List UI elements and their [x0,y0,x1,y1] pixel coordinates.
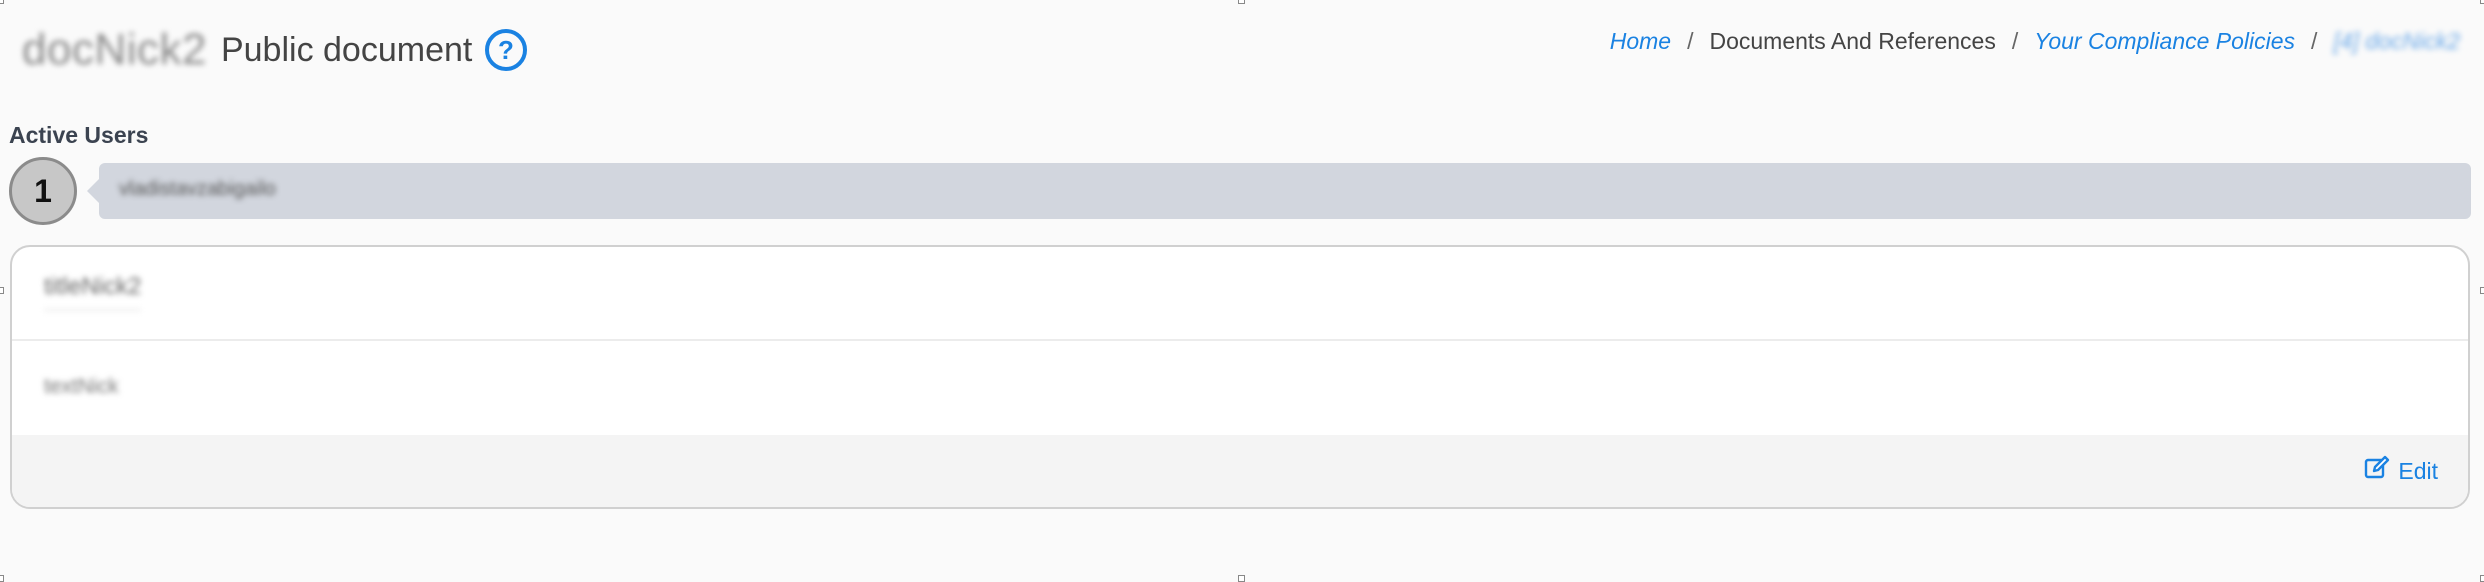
breadcrumb-current-document[interactable]: [4] docNick2 [2333,28,2460,55]
resize-handle-middle-right [2480,287,2484,294]
active-users-row: 1 vladistavzabigailo [9,155,2471,227]
breadcrumb: Home / Documents And References / Your C… [1610,28,2460,55]
active-user-name: vladistavzabigailo [119,178,276,200]
page-header: docNick2 Public document ? Home / Docume… [0,0,2484,110]
document-subtitle: Public document [220,30,473,69]
breadcrumb-home[interactable]: Home [1610,28,1671,55]
breadcrumb-documents: Documents And References [1709,28,1996,54]
document-card: titleNick2 textNick Edit [10,245,2470,509]
active-users-count-badge: 1 [9,157,77,225]
breadcrumb-separator: / [1687,28,1694,54]
resize-handle-bottom-left [0,575,4,582]
resize-handle-bottom-right [2480,575,2484,582]
svg-text:?: ? [498,35,514,65]
resize-handle-middle-left [0,287,4,294]
active-user-bubble: vladistavzabigailo [87,163,2471,219]
resize-handle-bottom-center [1238,575,1245,582]
active-users-label: Active Users [9,122,149,148]
page-title: docNick2 Public document ? [22,24,528,76]
question-circle-icon[interactable]: ? [484,28,528,72]
breadcrumb-separator: / [2311,28,2318,54]
breadcrumb-compliance-policies[interactable]: Your Compliance Policies [2034,28,2295,55]
document-body-text: textNick [44,375,119,398]
card-header: titleNick2 [12,247,2468,341]
card-footer: Edit [12,435,2468,507]
document-title: titleNick2 [44,273,142,311]
document-name: docNick2 [22,25,207,74]
edit-button-label: Edit [2398,457,2438,484]
breadcrumb-separator: / [2011,28,2019,54]
edit-icon [2364,455,2390,487]
edit-button[interactable]: Edit [2364,455,2438,487]
